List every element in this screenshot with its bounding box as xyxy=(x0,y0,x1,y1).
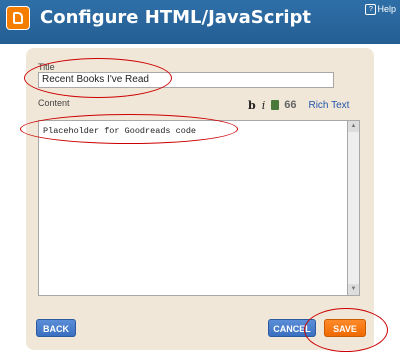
image-icon[interactable] xyxy=(271,100,280,110)
content-label: Content xyxy=(38,98,70,108)
dialog-header: Configure HTML/JavaScript ? Help xyxy=(0,0,400,44)
scroll-up-icon[interactable]: ▲ xyxy=(348,121,359,132)
content-textarea[interactable]: Placeholder for Goodreads code xyxy=(38,120,348,296)
editor-toolbar: b i 66 Rich Text xyxy=(248,98,349,112)
rich-text-link[interactable]: Rich Text xyxy=(308,100,349,111)
italic-button[interactable]: i xyxy=(262,99,266,112)
save-annotation-circle xyxy=(304,308,388,352)
content-scrollbar[interactable]: ▲ ▼ xyxy=(347,120,360,296)
blogger-logo-icon xyxy=(6,6,30,30)
help-icon: ? xyxy=(365,4,377,15)
help-label: Help xyxy=(377,4,396,14)
scroll-down-icon[interactable]: ▼ xyxy=(348,284,359,295)
dialog-title: Configure HTML/JavaScript xyxy=(40,7,311,28)
title-annotation-circle xyxy=(24,58,172,98)
help-link[interactable]: ? Help xyxy=(365,4,396,15)
bold-button[interactable]: b xyxy=(248,99,256,112)
content-annotation-circle xyxy=(20,114,238,144)
back-button[interactable]: BACK xyxy=(36,319,76,337)
quote-button[interactable]: 66 xyxy=(284,99,296,111)
